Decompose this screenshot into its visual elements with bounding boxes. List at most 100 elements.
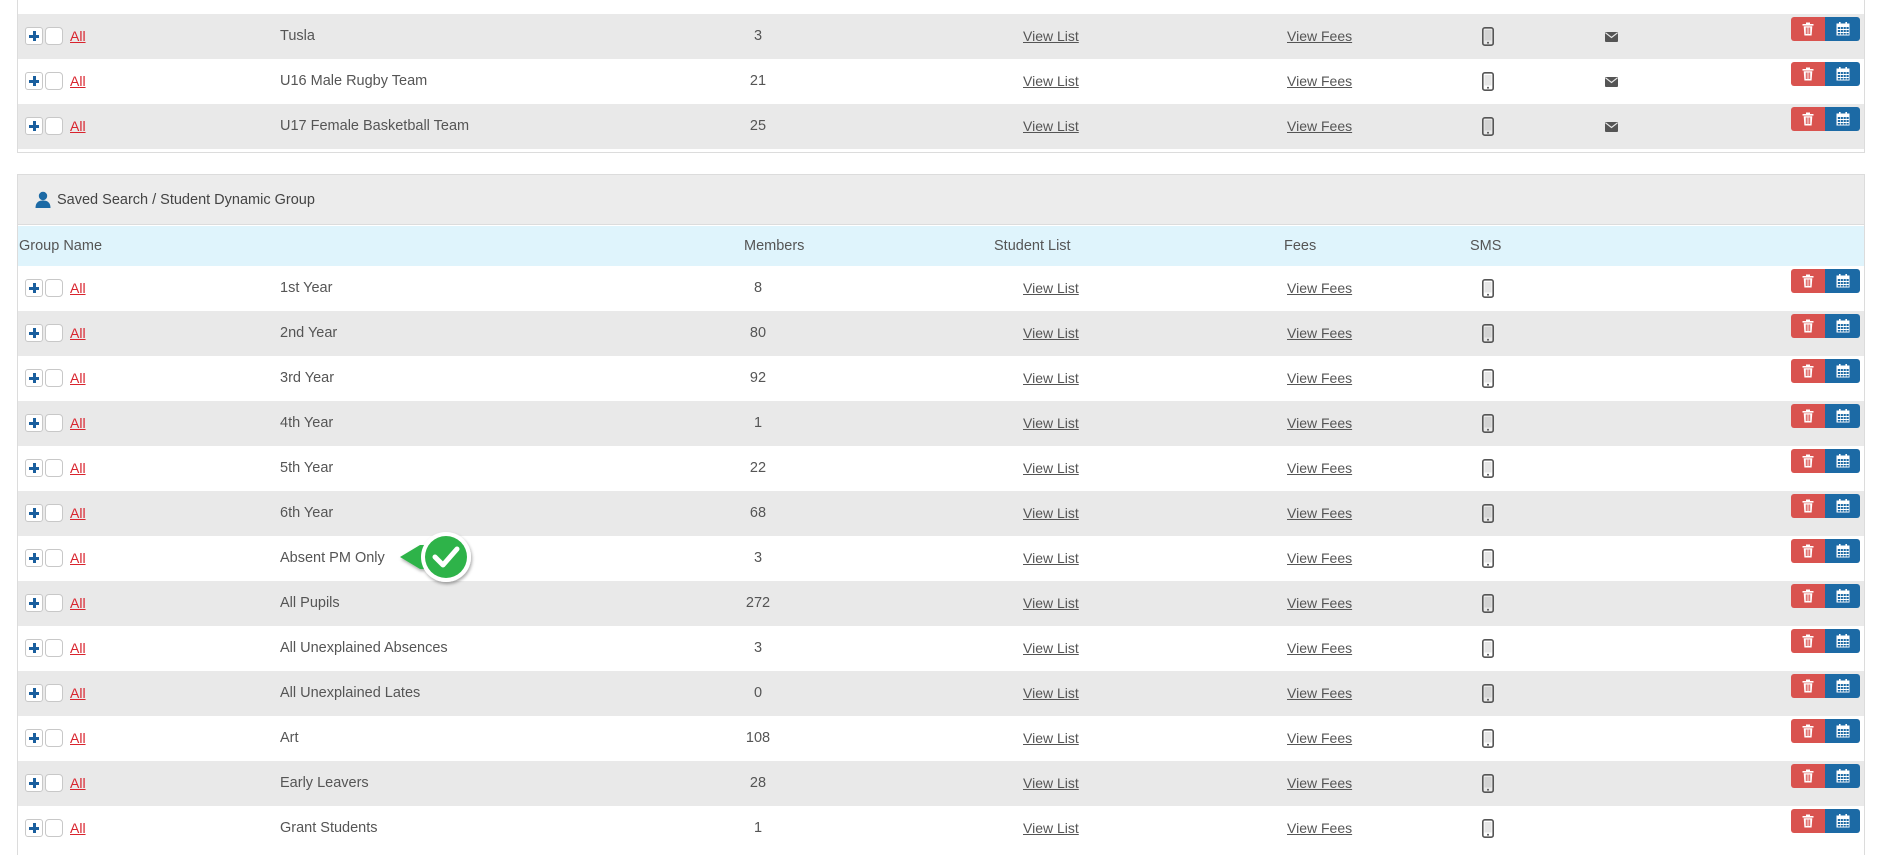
delete-button[interactable]: [1791, 449, 1825, 473]
all-link[interactable]: All: [70, 716, 86, 761]
row-checkbox[interactable]: [45, 639, 63, 657]
mobile-phone-icon[interactable]: [1482, 414, 1494, 433]
delete-button[interactable]: [1791, 107, 1825, 131]
delete-button[interactable]: [1791, 764, 1825, 788]
view-fees-link[interactable]: View Fees: [1287, 536, 1352, 581]
all-link[interactable]: All: [70, 311, 86, 356]
row-checkbox[interactable]: [45, 459, 63, 477]
all-link[interactable]: All: [70, 536, 86, 581]
view-list-link[interactable]: View List: [1023, 626, 1079, 671]
all-link[interactable]: All: [70, 59, 86, 104]
delete-button[interactable]: [1791, 539, 1825, 563]
delete-button[interactable]: [1791, 719, 1825, 743]
view-list-link[interactable]: View List: [1023, 716, 1079, 761]
view-fees-link[interactable]: View Fees: [1287, 311, 1352, 356]
row-checkbox[interactable]: [45, 684, 63, 702]
all-link[interactable]: All: [70, 761, 86, 806]
expand-plus-icon[interactable]: [25, 729, 43, 747]
calendar-button[interactable]: [1825, 269, 1860, 293]
all-link[interactable]: All: [70, 266, 86, 311]
calendar-button[interactable]: [1825, 629, 1860, 653]
delete-button[interactable]: [1791, 359, 1825, 383]
row-checkbox[interactable]: [45, 279, 63, 297]
calendar-button[interactable]: [1825, 494, 1860, 518]
view-fees-link[interactable]: View Fees: [1287, 761, 1352, 806]
delete-button[interactable]: [1791, 584, 1825, 608]
expand-plus-icon[interactable]: [25, 549, 43, 567]
view-list-link[interactable]: View List: [1023, 59, 1079, 104]
expand-plus-icon[interactable]: [25, 117, 43, 135]
view-fees-link[interactable]: View Fees: [1287, 491, 1352, 536]
expand-plus-icon[interactable]: [25, 414, 43, 432]
delete-button[interactable]: [1791, 404, 1825, 428]
expand-plus-icon[interactable]: [25, 504, 43, 522]
calendar-button[interactable]: [1825, 449, 1860, 473]
view-list-link[interactable]: View List: [1023, 104, 1079, 149]
all-link[interactable]: All: [70, 581, 86, 626]
all-link[interactable]: All: [70, 806, 86, 851]
view-fees-link[interactable]: View Fees: [1287, 401, 1352, 446]
view-list-link[interactable]: View List: [1023, 356, 1079, 401]
calendar-button[interactable]: [1825, 359, 1860, 383]
view-fees-link[interactable]: View Fees: [1287, 14, 1352, 59]
calendar-button[interactable]: [1825, 107, 1860, 131]
delete-button[interactable]: [1791, 62, 1825, 86]
expand-plus-icon[interactable]: [25, 369, 43, 387]
view-list-link[interactable]: View List: [1023, 446, 1079, 491]
all-link[interactable]: All: [70, 14, 86, 59]
view-list-link[interactable]: View List: [1023, 14, 1079, 59]
calendar-button[interactable]: [1825, 539, 1860, 563]
email-icon[interactable]: [1605, 32, 1618, 42]
row-checkbox[interactable]: [45, 549, 63, 567]
all-link[interactable]: All: [70, 356, 86, 401]
row-checkbox[interactable]: [45, 774, 63, 792]
view-fees-link[interactable]: View Fees: [1287, 806, 1352, 851]
row-checkbox[interactable]: [45, 324, 63, 342]
row-checkbox[interactable]: [45, 369, 63, 387]
expand-plus-icon[interactable]: [25, 819, 43, 837]
view-fees-link[interactable]: View Fees: [1287, 356, 1352, 401]
all-link[interactable]: All: [70, 626, 86, 671]
view-list-link[interactable]: View List: [1023, 536, 1079, 581]
all-link[interactable]: All: [70, 671, 86, 716]
view-fees-link[interactable]: View Fees: [1287, 266, 1352, 311]
row-checkbox[interactable]: [45, 414, 63, 432]
row-checkbox[interactable]: [45, 819, 63, 837]
delete-button[interactable]: [1791, 809, 1825, 833]
mobile-phone-icon[interactable]: [1482, 684, 1494, 703]
mobile-phone-icon[interactable]: [1482, 594, 1494, 613]
delete-button[interactable]: [1791, 17, 1825, 41]
calendar-button[interactable]: [1825, 764, 1860, 788]
view-fees-link[interactable]: View Fees: [1287, 626, 1352, 671]
calendar-button[interactable]: [1825, 17, 1860, 41]
calendar-button[interactable]: [1825, 62, 1860, 86]
view-fees-link[interactable]: View Fees: [1287, 671, 1352, 716]
all-link[interactable]: All: [70, 446, 86, 491]
mobile-phone-icon[interactable]: [1482, 504, 1494, 523]
calendar-button[interactable]: [1825, 809, 1860, 833]
view-list-link[interactable]: View List: [1023, 671, 1079, 716]
expand-plus-icon[interactable]: [25, 774, 43, 792]
view-list-link[interactable]: View List: [1023, 806, 1079, 851]
expand-plus-icon[interactable]: [25, 459, 43, 477]
calendar-button[interactable]: [1825, 719, 1860, 743]
delete-button[interactable]: [1791, 314, 1825, 338]
row-checkbox[interactable]: [45, 117, 63, 135]
calendar-button[interactable]: [1825, 584, 1860, 608]
mobile-phone-icon[interactable]: [1482, 27, 1494, 46]
mobile-phone-icon[interactable]: [1482, 774, 1494, 793]
all-link[interactable]: All: [70, 491, 86, 536]
mobile-phone-icon[interactable]: [1482, 549, 1494, 568]
view-list-link[interactable]: View List: [1023, 311, 1079, 356]
mobile-phone-icon[interactable]: [1482, 729, 1494, 748]
mobile-phone-icon[interactable]: [1482, 279, 1494, 298]
view-list-link[interactable]: View List: [1023, 491, 1079, 536]
view-fees-link[interactable]: View Fees: [1287, 581, 1352, 626]
expand-plus-icon[interactable]: [25, 324, 43, 342]
row-checkbox[interactable]: [45, 72, 63, 90]
mobile-phone-icon[interactable]: [1482, 639, 1494, 658]
mobile-phone-icon[interactable]: [1482, 459, 1494, 478]
view-list-link[interactable]: View List: [1023, 761, 1079, 806]
view-fees-link[interactable]: View Fees: [1287, 716, 1352, 761]
email-icon[interactable]: [1605, 122, 1618, 132]
